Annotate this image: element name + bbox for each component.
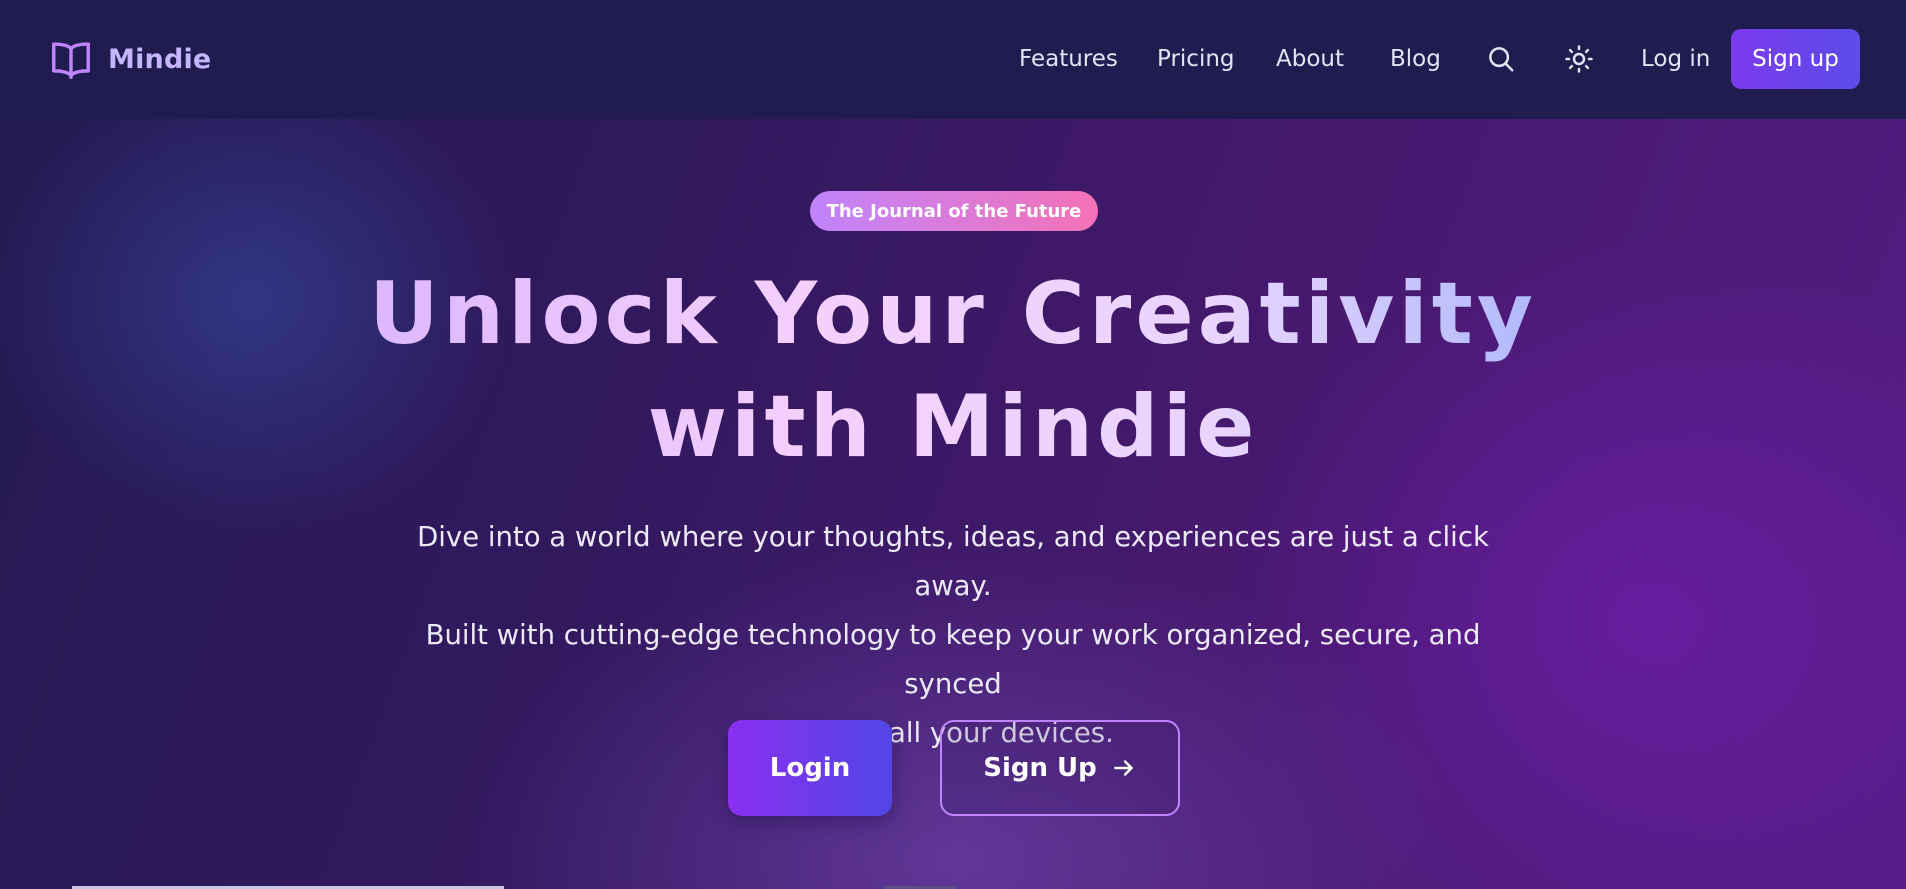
hero-headline: Unlock Your Creativity with Mindie (300, 258, 1606, 484)
login-link[interactable]: Log in (1641, 46, 1710, 72)
arrow-right-icon (1111, 755, 1137, 781)
hero-headline-line-1: Unlock Your Creativity (369, 264, 1537, 364)
brand-logo[interactable]: Mindie (48, 36, 211, 82)
book-open-icon (48, 36, 94, 82)
nav-link-features[interactable]: Features (1019, 46, 1118, 72)
hero-signup-button[interactable]: Sign Up (940, 720, 1180, 816)
nav-link-blog[interactable]: Blog (1390, 46, 1441, 72)
hero-description-line-2: Built with cutting-edge technology to ke… (425, 619, 1481, 700)
hero-description-line-1: Dive into a world where your thoughts, i… (417, 521, 1489, 602)
hero-signup-label: Sign Up (983, 753, 1097, 783)
top-navbar: Mindie Features Pricing About Blog Log i… (0, 0, 1906, 119)
search-icon[interactable] (1484, 42, 1518, 76)
hero-badge: The Journal of the Future (810, 191, 1098, 231)
brand-name: Mindie (108, 43, 212, 75)
nav-link-pricing[interactable]: Pricing (1157, 46, 1235, 72)
signup-button[interactable]: Sign up (1731, 29, 1860, 89)
nav-link-about[interactable]: About (1276, 46, 1344, 72)
hero-login-button[interactable]: Login (728, 720, 892, 816)
hero-headline-line-2: with Mindie (647, 377, 1259, 477)
sun-icon[interactable] (1562, 42, 1596, 76)
